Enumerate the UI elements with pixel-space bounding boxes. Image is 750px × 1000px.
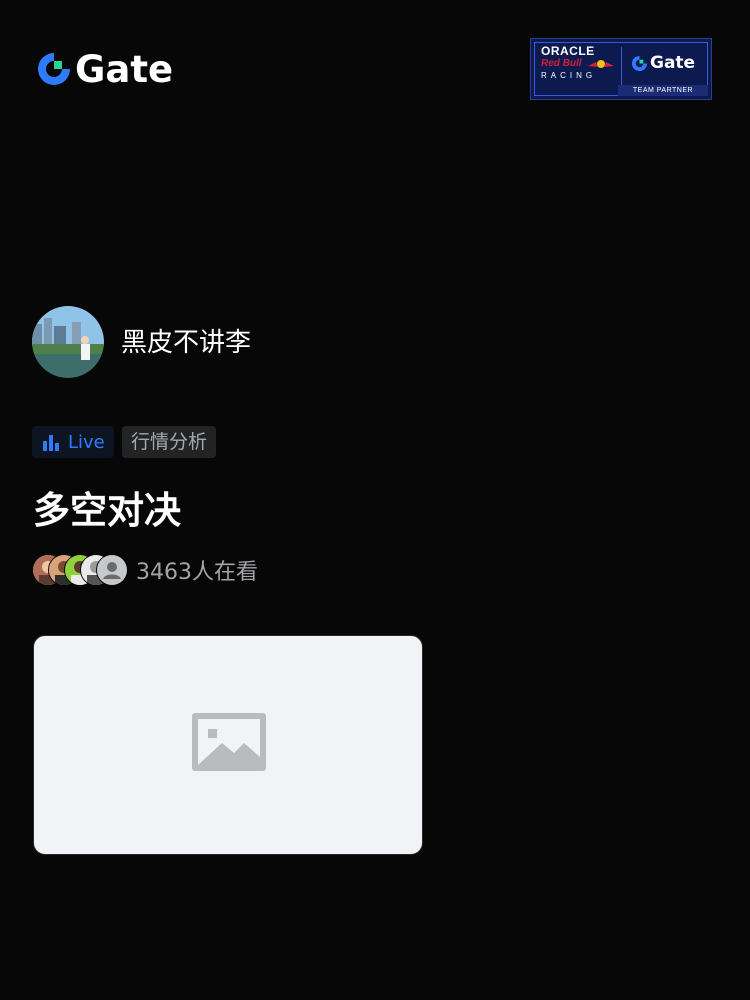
gate-logo[interactable]: Gate [36,48,173,90]
racing-label: RACING [541,71,597,80]
gate-logo-text: Gate [75,47,174,91]
live-tag: Live [32,426,114,458]
image-placeholder-icon [192,713,266,771]
oracle-label: ORACLE [541,44,595,58]
streamer-name[interactable]: 黑皮不讲李 [121,327,251,359]
redbull-label: Red Bull [541,58,582,69]
viewer-avatar-default [96,554,128,586]
gate-logo-icon [38,53,70,85]
stream-title: 多空对决 [33,489,181,532]
bull-icon [588,60,614,68]
viewer-avatar-stack [32,554,128,586]
badge-gate-logo: Gate [631,53,695,73]
streamer-avatar[interactable] [32,306,104,378]
team-partner-label: TEAM PARTNER [618,85,708,96]
badge-gate-text: Gate [650,53,696,73]
viewer-count: 3463人在看 [136,560,258,585]
badge-gate-icon [631,55,648,71]
bar-chart-icon [43,435,59,451]
stream-thumbnail[interactable] [33,635,423,855]
viewers-row: 3463人在看 [32,554,258,586]
live-label: Live [68,431,105,453]
user-icon [97,555,127,585]
partner-badge: ORACLE Red Bull RACING Gate TEAM PARTNER [530,38,712,100]
category-tag[interactable]: 行情分析 [122,426,217,458]
